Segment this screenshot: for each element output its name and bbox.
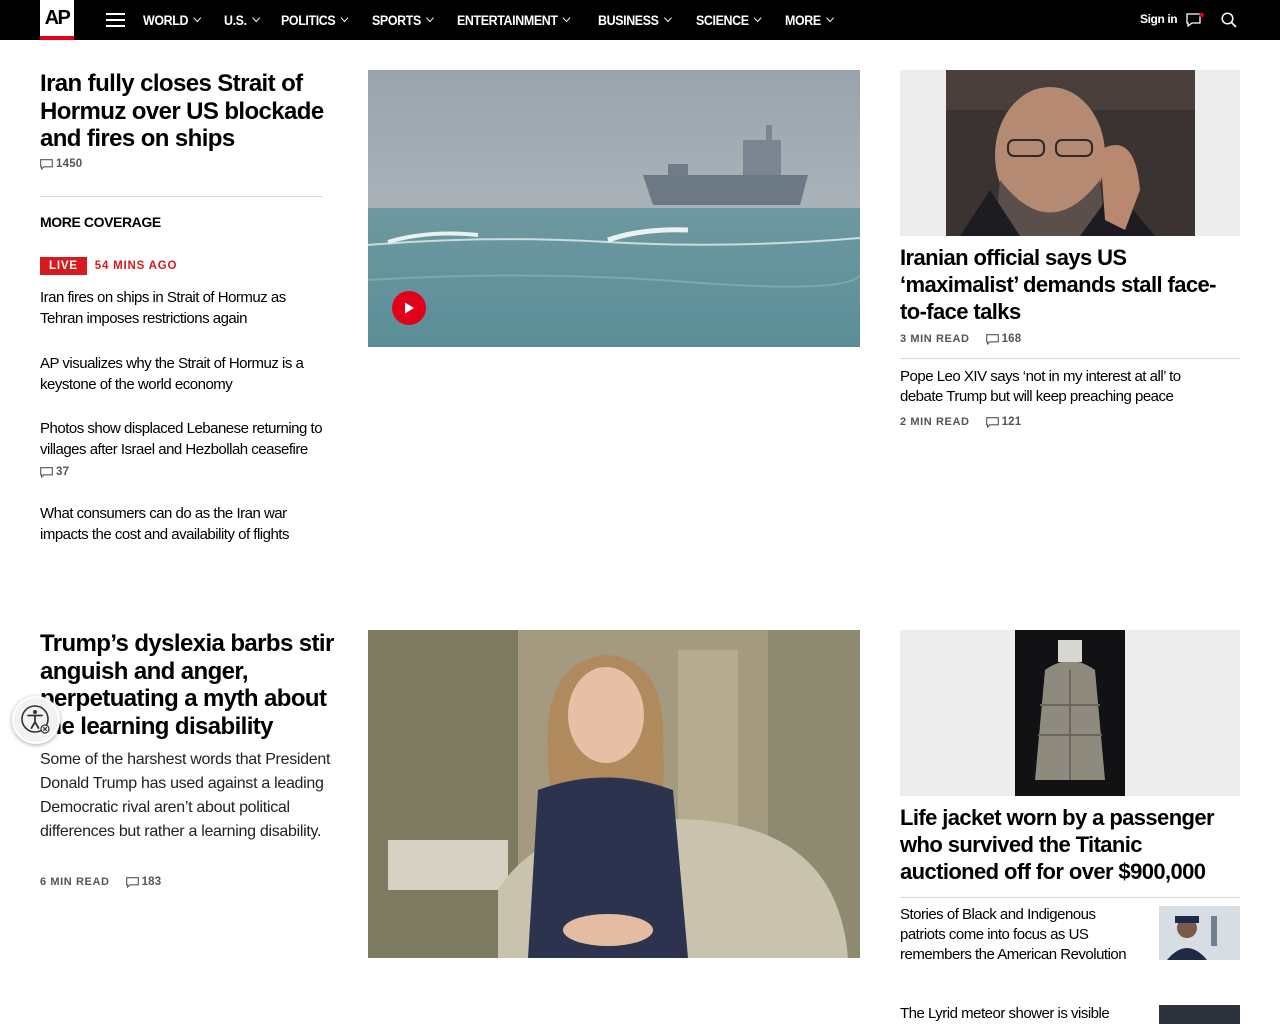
- accessibility-icon: [21, 705, 50, 734]
- patriots-thumbnail[interactable]: [1159, 906, 1240, 960]
- live-timestamp: 54 MINS AGO: [94, 260, 178, 272]
- live-badge: LIVE: [40, 257, 87, 275]
- nav-item-entertainment[interactable]: ENTERTAINMENT: [457, 13, 571, 28]
- right-top-headline[interactable]: Iranian official says US ‘maximalist’ de…: [900, 244, 1230, 325]
- nav-item-science[interactable]: SCIENCE: [696, 13, 762, 28]
- right-top-second-meta: 2 MIN READ 121: [900, 416, 1021, 428]
- life-jacket-photo[interactable]: [900, 630, 1240, 796]
- nav-item-us[interactable]: U.S.: [224, 13, 260, 28]
- hamburger-menu-icon[interactable]: [106, 13, 125, 27]
- chevron-down-icon: [562, 13, 571, 23]
- second-story-image[interactable]: [368, 630, 860, 958]
- divider: [900, 358, 1240, 359]
- nav-item-more[interactable]: MORE: [785, 13, 835, 28]
- accessibility-button[interactable]: [12, 696, 60, 744]
- right-bottom-second-headline[interactable]: Stories of Black and Indigenous patriots…: [900, 905, 1135, 965]
- nav-menu: WORLD U.S. POLITICS SPORTS ENTERTAINMENT…: [143, 0, 856, 40]
- divider: [40, 196, 323, 197]
- coverage-link-comments[interactable]: 37: [40, 466, 69, 478]
- life-jacket-image: [1015, 630, 1125, 796]
- right-top-comments[interactable]: 168: [985, 333, 1022, 345]
- chevron-down-icon: [425, 13, 434, 23]
- coverage-link[interactable]: Photos show displaced Lebanese returning…: [40, 418, 345, 460]
- play-icon[interactable]: [392, 291, 426, 325]
- top-story-video[interactable]: [368, 70, 860, 347]
- divider: [900, 897, 1240, 898]
- ap-logo[interactable]: AP: [40, 0, 74, 40]
- second-story-comments[interactable]: 183: [125, 876, 162, 888]
- right-top-meta: 3 MIN READ 168: [900, 333, 1021, 345]
- second-story-headline[interactable]: Trump’s dyslexia barbs stir anguish and …: [40, 630, 345, 740]
- sign-in-link[interactable]: Sign in: [1140, 12, 1178, 26]
- comment-icon: [985, 416, 999, 428]
- top-nav: AP WORLD U.S. POLITICS SPORTS ENTERTAINM…: [0, 0, 1280, 40]
- chevron-down-icon: [340, 13, 349, 23]
- nav-item-sports[interactable]: SPORTS: [372, 13, 434, 28]
- meteor-thumbnail[interactable]: [1159, 1005, 1240, 1024]
- right-bottom-headline[interactable]: Life jacket worn by a passenger who surv…: [900, 804, 1225, 885]
- chevron-down-icon: [753, 13, 762, 23]
- second-story-summary: Some of the harshest words that Presiden…: [40, 751, 331, 840]
- comment-icon: [985, 333, 999, 345]
- top-story-comments[interactable]: 1450: [40, 158, 82, 170]
- read-time: 6 MIN READ: [40, 876, 110, 888]
- coverage-link[interactable]: AP visualizes why the Strait of Hormuz i…: [40, 353, 340, 395]
- coverage-link[interactable]: What consumers can do as the Iran war im…: [40, 503, 330, 545]
- comment-icon: [40, 158, 53, 170]
- girl-portrait-image: [368, 630, 860, 958]
- search-icon[interactable]: [1221, 12, 1237, 28]
- nav-item-world[interactable]: WORLD: [143, 13, 202, 28]
- chevron-down-icon: [663, 13, 672, 23]
- coverage-link[interactable]: Iran fires on ships in Strait of Hormuz …: [40, 287, 330, 329]
- nav-item-business[interactable]: BUSINESS: [598, 13, 672, 28]
- comment-icon: [40, 466, 53, 478]
- second-story-meta: 6 MIN READ 183: [40, 876, 161, 888]
- chat-notification-icon[interactable]: [1186, 13, 1204, 27]
- more-coverage-label: MORE COVERAGE: [40, 214, 161, 230]
- right-bottom-third-headline[interactable]: The Lyrid meteor shower is visible: [900, 1004, 1140, 1024]
- comment-icon: [125, 876, 139, 888]
- chevron-down-icon: [193, 13, 202, 23]
- chevron-down-icon: [251, 13, 260, 23]
- chevron-down-icon: [826, 13, 835, 23]
- nav-item-politics[interactable]: POLITICS: [281, 13, 349, 28]
- right-top-second-headline[interactable]: Pope Leo XIV says ‘not in my interest at…: [900, 367, 1220, 407]
- patriots-thumbnail-image: [1159, 906, 1240, 960]
- official-portrait-image: [946, 70, 1195, 236]
- live-row: LIVE 54 MINS AGO: [40, 257, 177, 275]
- right-top-second-comments[interactable]: 121: [985, 416, 1022, 428]
- ship-sea-image: [368, 70, 860, 347]
- top-story-headline[interactable]: Iran fully closes Strait of Hormuz over …: [40, 70, 340, 153]
- read-time: 2 MIN READ: [900, 416, 970, 428]
- read-time: 3 MIN READ: [900, 333, 970, 345]
- official-photo[interactable]: [900, 70, 1240, 236]
- logo-text: AP: [44, 6, 71, 29]
